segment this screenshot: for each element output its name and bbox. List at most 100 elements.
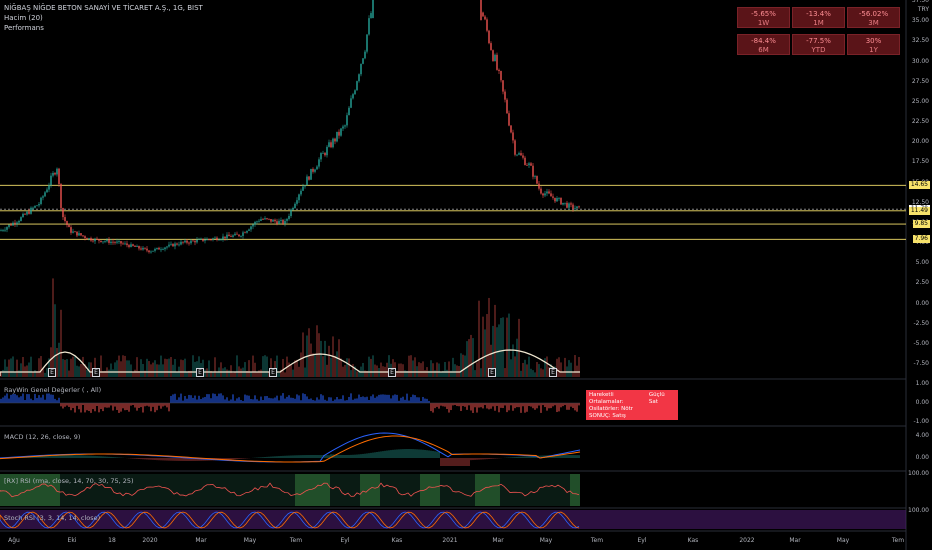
raywin-bar (242, 400, 244, 403)
raywin-bar (450, 403, 452, 411)
macd-histogram-bar (376, 451, 378, 458)
volume-bar (370, 358, 372, 377)
chart-area[interactable]: NİĞBAŞ NİĞDE BETON SANAYİ VE TİCARET A.Ş… (0, 0, 932, 550)
candle-body (492, 50, 494, 62)
raywin-bar (172, 394, 174, 403)
raywin-bar (324, 399, 326, 403)
macd-histogram-bar (524, 456, 526, 458)
volume-bar (114, 362, 116, 377)
candle-body (18, 220, 20, 223)
rsi-overbought-zone (475, 474, 500, 506)
raywin-bar (442, 403, 444, 407)
raywin-bar (140, 403, 142, 408)
macd-histogram-bar (442, 458, 444, 466)
chart-canvas[interactable] (0, 0, 932, 550)
volume-bar (4, 359, 6, 377)
macd-histogram-bar (144, 458, 146, 460)
raywin-bar (510, 403, 512, 406)
candle-body (328, 142, 330, 147)
volume-bar (192, 355, 194, 377)
macd-histogram-bar (378, 451, 380, 458)
candle-body (324, 152, 326, 156)
raywin-bar (230, 399, 232, 403)
volume-bar (292, 369, 294, 377)
volume-bar (578, 356, 580, 377)
candle-body (212, 238, 214, 240)
raywin-bar (118, 403, 120, 413)
candle-body (292, 208, 294, 210)
raywin-bar (384, 394, 386, 403)
raywin-bar (128, 403, 130, 412)
candle-body (514, 140, 516, 155)
candle-body (562, 202, 564, 205)
volume-bar (530, 368, 532, 377)
volume-bar (74, 356, 76, 377)
candle-body (66, 221, 68, 225)
candle-body (564, 202, 566, 204)
raywin-bar (356, 398, 358, 403)
volume-bar (402, 364, 404, 377)
earnings-badge[interactable]: E (269, 368, 277, 377)
volume-bar (538, 364, 540, 377)
raywin-bar (358, 394, 360, 403)
candle-body (144, 247, 146, 249)
earnings-badge[interactable]: E (196, 368, 204, 377)
raywin-bar (548, 403, 550, 409)
earnings-badge[interactable]: E (92, 368, 100, 377)
volume-bar (414, 357, 416, 377)
raywin-bar (308, 399, 310, 403)
macd-histogram-bar (364, 453, 366, 458)
macd-histogram-bar (290, 455, 292, 458)
raywin-bar (414, 395, 416, 403)
candle-body (248, 229, 250, 231)
performance-cell-3m: -56.02% 3M (847, 7, 900, 28)
volume-bar (216, 372, 218, 377)
macd-histogram-bar (516, 456, 518, 458)
raywin-bar (540, 403, 542, 413)
candle-body (310, 168, 312, 180)
candle-body (42, 196, 44, 198)
macd-histogram-bar (406, 449, 408, 458)
raywin-bar (524, 403, 526, 413)
raywin-bar (378, 394, 380, 403)
macd-histogram-bar (494, 458, 496, 459)
candle-body (498, 69, 500, 72)
earnings-badge[interactable]: E (549, 368, 557, 377)
raywin-bar (264, 396, 266, 403)
raywin-bar (460, 403, 462, 412)
earnings-badge[interactable]: E (488, 368, 496, 377)
macd-pane-title[interactable]: MACD (12, 26, close, 9) (4, 433, 80, 441)
rsi-pane-title[interactable]: [RX] RSI (rma, close, 14, 70, 30, 75, 25… (4, 477, 134, 485)
candle-body (268, 218, 270, 220)
volume-bar (362, 362, 364, 377)
candle-body (274, 219, 276, 222)
macd-histogram-bar (238, 458, 240, 459)
price-axis-label: -7.50 (913, 360, 929, 367)
raywin-bar (398, 400, 400, 403)
macd-histogram-bar (526, 456, 528, 458)
raywin-bar (108, 403, 110, 408)
candle-body (576, 206, 578, 209)
macd-histogram-bar (344, 454, 346, 458)
candle-body (296, 200, 298, 204)
earnings-badge[interactable]: E (48, 368, 56, 377)
candle-body (196, 239, 198, 243)
volume-bar (346, 358, 348, 377)
volume-bar (180, 359, 182, 377)
candle-body (568, 203, 570, 208)
volume-bar (288, 362, 290, 377)
macd-histogram-bar (568, 455, 570, 458)
volume-indicator-label[interactable]: Hacim (20) (4, 14, 43, 23)
candle-body (298, 194, 300, 201)
raywin-bar (394, 394, 396, 403)
performance-indicator-label[interactable]: Performans (4, 24, 44, 33)
stoch-pane-title[interactable]: Stoch RSI (3, 3, 14, 14, close) (4, 514, 100, 522)
earnings-badge[interactable]: E (388, 368, 396, 377)
raywin-bar (310, 398, 312, 403)
volume-bar (344, 364, 346, 377)
candle-body (370, 13, 372, 19)
raywin-pane-title[interactable]: RayWin Genel Değerler ( , All) (4, 386, 101, 394)
macd-histogram-bar (452, 458, 454, 466)
raywin-bar (418, 397, 420, 403)
volume-bar (252, 355, 254, 377)
